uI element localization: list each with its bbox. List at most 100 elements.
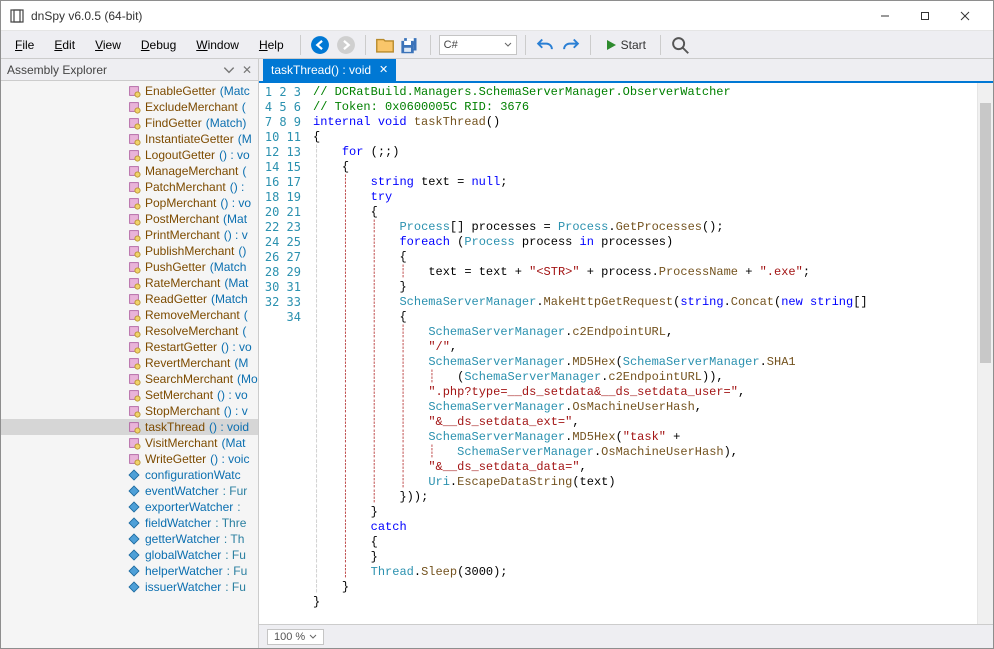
field-icon bbox=[127, 500, 141, 514]
tree-item-eventwatcher[interactable]: eventWatcher : Fur bbox=[1, 483, 258, 499]
method-icon bbox=[127, 164, 141, 178]
tree-item-visitmerchant[interactable]: VisitMerchant(Mat bbox=[1, 435, 258, 451]
minimize-button[interactable] bbox=[865, 2, 905, 30]
tree-item-removemerchant[interactable]: RemoveMerchant ( bbox=[1, 307, 258, 323]
method-icon bbox=[127, 308, 141, 322]
tab-taskthread[interactable]: taskThread() : void ✕ bbox=[263, 59, 396, 81]
panel-chevron-icon[interactable] bbox=[222, 63, 236, 77]
panel-close-icon[interactable]: ✕ bbox=[242, 64, 252, 76]
tree-item-restartgetter[interactable]: RestartGetter() : vo bbox=[1, 339, 258, 355]
tree-item-findgetter[interactable]: FindGetter (Match) bbox=[1, 115, 258, 131]
open-button[interactable] bbox=[374, 34, 396, 56]
tree-item-revertmerchant[interactable]: RevertMerchant(M bbox=[1, 355, 258, 371]
menu-debug[interactable]: Debug bbox=[133, 34, 184, 56]
tree-item-postmerchant[interactable]: PostMerchant(Mat bbox=[1, 211, 258, 227]
tree-item-label: taskThread bbox=[145, 420, 205, 434]
tree-item-label: ResolveMerchant bbox=[145, 324, 238, 338]
tree-item-label: EnableGetter bbox=[145, 84, 216, 98]
tree-item-setmerchant[interactable]: SetMerchant() : vo bbox=[1, 387, 258, 403]
tree-item-signature: : Fur bbox=[223, 484, 248, 498]
menu-file[interactable]: File bbox=[7, 34, 42, 56]
tree-item-enablegetter[interactable]: EnableGetter(Matc bbox=[1, 83, 258, 99]
menubar: File Edit View Debug Window Help C# Star… bbox=[1, 31, 993, 59]
tree-item-label: RateMerchant bbox=[145, 276, 220, 290]
tree-item-exporterwatcher[interactable]: exporterWatcher : bbox=[1, 499, 258, 515]
tree-item-popmerchant[interactable]: PopMerchant() : vo bbox=[1, 195, 258, 211]
start-debug-button[interactable]: Start bbox=[599, 34, 652, 56]
tree-item-signature: ( bbox=[244, 308, 248, 322]
tree-item-publishmerchant[interactable]: PublishMerchant() bbox=[1, 243, 258, 259]
tree-item-fieldwatcher[interactable]: fieldWatcher : Thre bbox=[1, 515, 258, 531]
panel-title: Assembly Explorer bbox=[7, 63, 107, 77]
tree-item-logoutgetter[interactable]: LogoutGetter() : vo bbox=[1, 147, 258, 163]
method-icon bbox=[127, 212, 141, 226]
tree-item-taskthread[interactable]: taskThread () : void bbox=[1, 419, 258, 435]
tree-item-signature: (Mat bbox=[224, 276, 248, 290]
method-icon bbox=[127, 84, 141, 98]
tree-item-signature: () : void bbox=[209, 420, 249, 434]
language-selector[interactable]: C# bbox=[439, 35, 517, 55]
tree-item-label: LogoutGetter bbox=[145, 148, 215, 162]
zoom-selector[interactable]: 100 % bbox=[267, 629, 324, 645]
tree-item-signature: () : vo bbox=[217, 388, 248, 402]
vertical-scrollbar[interactable] bbox=[977, 83, 993, 624]
tree-item-ratemerchant[interactable]: RateMerchant (Mat bbox=[1, 275, 258, 291]
tree-item-label: configurationWatc bbox=[145, 468, 241, 482]
assembly-explorer-panel: Assembly Explorer ✕ EnableGetter(MatcExc… bbox=[1, 59, 259, 648]
tree-item-signature: ( bbox=[242, 100, 246, 114]
method-icon bbox=[127, 132, 141, 146]
tree-item-label: PopMerchant bbox=[145, 196, 216, 210]
tree-item-label: FindGetter bbox=[145, 116, 202, 130]
start-label: Start bbox=[621, 38, 646, 52]
tree-item-instantiategetter[interactable]: InstantiateGetter(M bbox=[1, 131, 258, 147]
tree-item-resolvemerchant[interactable]: ResolveMerchant( bbox=[1, 323, 258, 339]
tree-item-signature: (Match) bbox=[206, 116, 247, 130]
tree-item-writegetter[interactable]: WriteGetter () : voic bbox=[1, 451, 258, 467]
assembly-tree[interactable]: EnableGetter(MatcExcludeMerchant(FindGet… bbox=[1, 81, 258, 648]
tree-item-signature: (Mat bbox=[223, 212, 247, 226]
method-icon bbox=[127, 404, 141, 418]
search-button[interactable] bbox=[669, 34, 691, 56]
tree-item-printmerchant[interactable]: PrintMerchant() : v bbox=[1, 227, 258, 243]
tree-item-label: exporterWatcher bbox=[145, 500, 233, 514]
tree-item-patchmerchant[interactable]: PatchMerchant() : bbox=[1, 179, 258, 195]
tree-item-getterwatcher[interactable]: getterWatcher : Th bbox=[1, 531, 258, 547]
tab-close-icon[interactable]: ✕ bbox=[379, 65, 388, 76]
method-icon bbox=[127, 260, 141, 274]
close-button[interactable] bbox=[945, 2, 985, 30]
undo-button[interactable] bbox=[534, 34, 556, 56]
maximize-button[interactable] bbox=[905, 2, 945, 30]
tree-item-signature: () : voic bbox=[210, 452, 249, 466]
menu-edit[interactable]: Edit bbox=[46, 34, 83, 56]
tree-item-signature: : bbox=[237, 500, 240, 514]
tree-item-managemerchant[interactable]: ManageMerchant( bbox=[1, 163, 258, 179]
tree-item-helperwatcher[interactable]: helperWatcher : Fu bbox=[1, 563, 258, 579]
tree-item-issuerwatcher[interactable]: issuerWatcher : Fu bbox=[1, 579, 258, 595]
tree-item-configurationwatc[interactable]: configurationWatc bbox=[1, 467, 258, 483]
tree-item-label: RemoveMerchant bbox=[145, 308, 240, 322]
scrollbar-thumb[interactable] bbox=[980, 103, 991, 363]
code-editor[interactable]: // DCRatBuild.Managers.SchemaServerManag… bbox=[307, 83, 977, 624]
tree-item-pushgetter[interactable]: PushGetter(Match bbox=[1, 259, 258, 275]
menu-help[interactable]: Help bbox=[251, 34, 292, 56]
tree-item-label: helperWatcher bbox=[145, 564, 223, 578]
save-all-button[interactable] bbox=[400, 34, 422, 56]
menu-view[interactable]: View bbox=[87, 34, 129, 56]
tree-item-signature: () bbox=[238, 244, 246, 258]
method-icon bbox=[127, 356, 141, 370]
tree-item-globalwatcher[interactable]: globalWatcher : Fu bbox=[1, 547, 258, 563]
nav-forward-button[interactable] bbox=[335, 34, 357, 56]
tree-item-excludemerchant[interactable]: ExcludeMerchant( bbox=[1, 99, 258, 115]
menu-window[interactable]: Window bbox=[188, 34, 247, 56]
tab-label: taskThread() : void bbox=[271, 63, 371, 77]
tree-item-label: WriteGetter bbox=[145, 452, 206, 466]
tree-item-stopmerchant[interactable]: StopMerchant() : v bbox=[1, 403, 258, 419]
tree-item-signature: (Match bbox=[210, 260, 247, 274]
redo-button[interactable] bbox=[560, 34, 582, 56]
method-icon bbox=[127, 292, 141, 306]
editor-tabstrip: taskThread() : void ✕ bbox=[259, 59, 993, 83]
tree-item-searchmerchant[interactable]: SearchMerchant(Mo bbox=[1, 371, 258, 387]
method-icon bbox=[127, 372, 141, 386]
nav-back-button[interactable] bbox=[309, 34, 331, 56]
tree-item-readgetter[interactable]: ReadGetter(Match bbox=[1, 291, 258, 307]
